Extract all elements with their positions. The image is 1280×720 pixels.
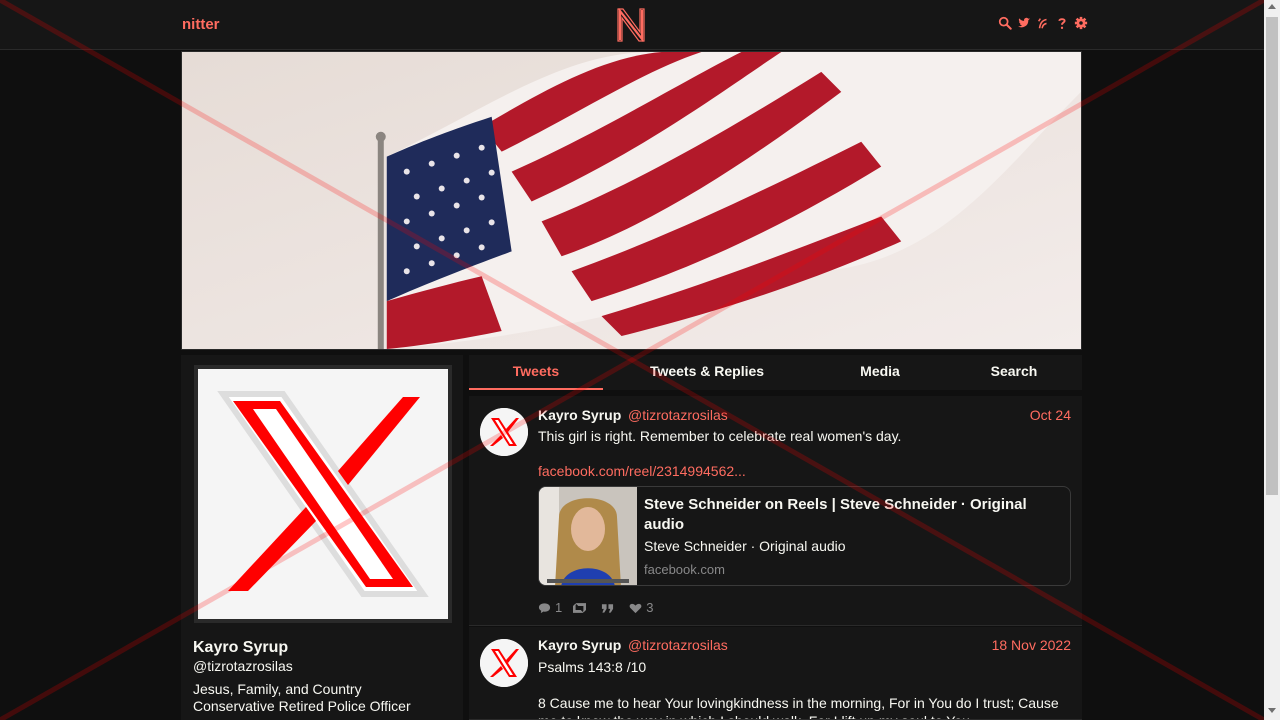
nav-icons (998, 15, 1088, 31)
timeline-tabs: Tweets Tweets & Replies Media Search (469, 355, 1082, 390)
rss-icon[interactable] (1036, 15, 1050, 31)
retweet-icon (573, 602, 587, 613)
reply-stat[interactable]: 1 (538, 600, 562, 615)
tweet-author-name[interactable]: Kayro Syrup (538, 637, 621, 653)
active-tab-indicator (469, 388, 603, 390)
twitter-bird-icon[interactable] (1017, 15, 1031, 31)
nitter-logo-icon[interactable] (617, 7, 645, 43)
heart-icon (629, 603, 642, 613)
navbar: nitter (0, 0, 1264, 50)
profile-banner[interactable] (181, 51, 1082, 350)
tab-media[interactable]: Media (845, 363, 915, 379)
search-icon[interactable] (998, 15, 1012, 31)
gear-icon[interactable] (1074, 15, 1088, 31)
profile-card: Kayro Syrup @tizrotazrosilas Jesus, Fami… (181, 355, 463, 720)
scroll-down-arrow-icon[interactable] (1268, 708, 1276, 713)
scroll-up-arrow-icon[interactable] (1268, 4, 1276, 9)
scrollbar-thumb[interactable] (1266, 17, 1278, 495)
help-icon[interactable] (1055, 15, 1069, 31)
tweet-stats: 1 3 (538, 600, 664, 615)
tweet-date[interactable]: 18 Nov 2022 (992, 637, 1071, 653)
quote-stat[interactable] (601, 602, 618, 614)
reply-count: 1 (555, 600, 563, 615)
tweet-author-handle[interactable]: @tizrotazrosilas (628, 637, 728, 653)
quote-icon (602, 603, 614, 613)
like-count: 3 (646, 600, 654, 615)
card-title: Steve Schneider on Reels | Steve Schneid… (644, 496, 1027, 533)
flag-banner-image (182, 52, 1081, 349)
profile-avatar[interactable] (194, 365, 452, 623)
tweet-text: This girl is right. Remember to celebrat… (538, 428, 902, 444)
tweet-link[interactable]: facebook.com/reel/2314994562... (538, 463, 746, 479)
x-logo-icon (198, 369, 448, 619)
tab-tweets-replies[interactable]: Tweets & Replies (637, 363, 777, 379)
page-scrollbar[interactable] (1264, 0, 1280, 720)
profile-bio-line: Conservative Retired Police Officer (193, 698, 411, 714)
like-stat[interactable]: 3 (629, 600, 653, 615)
comment-icon (538, 602, 551, 613)
x-logo-icon (480, 639, 528, 687)
nav-brand-link[interactable]: nitter (182, 16, 220, 33)
card-thumbnail (539, 487, 637, 585)
profile-bio-line: Jesus, Family, and Country (193, 681, 362, 697)
retweet-stat[interactable] (573, 602, 590, 614)
tweet-text: Psalms 143:8 /10 (538, 659, 647, 675)
tweet-text-continued: 8 Cause me to hear Your lovingkindness i… (538, 695, 1059, 719)
tweet-item[interactable]: Kayro Syrup @tizrotazrosilas 18 Nov 2022… (469, 627, 1082, 720)
profile-handle[interactable]: @tizrotazrosilas (193, 658, 293, 674)
tweet-author-name[interactable]: Kayro Syrup (538, 407, 621, 423)
tweet-item[interactable]: Kayro Syrup @tizrotazrosilas Oct 24 This… (469, 396, 1082, 626)
tweet-author-handle[interactable]: @tizrotazrosilas (628, 407, 728, 423)
x-logo-icon (480, 408, 528, 456)
tab-tweets[interactable]: Tweets (469, 363, 603, 379)
profile-bio: Jesus, Family, and Country Conservative … (193, 681, 453, 715)
tweet-date[interactable]: Oct 24 (1030, 407, 1071, 423)
tweet-avatar[interactable] (480, 408, 528, 456)
card-description: Steve Schneider · Original audio (644, 538, 846, 554)
tab-search[interactable]: Search (979, 363, 1049, 379)
profile-name[interactable]: Kayro Syrup (193, 639, 288, 657)
tweet-avatar[interactable] (480, 639, 528, 687)
card-destination: facebook.com (644, 562, 725, 577)
link-preview-card[interactable]: Steve Schneider on Reels | Steve Schneid… (538, 486, 1071, 586)
card-thumbnail-image (539, 487, 637, 585)
